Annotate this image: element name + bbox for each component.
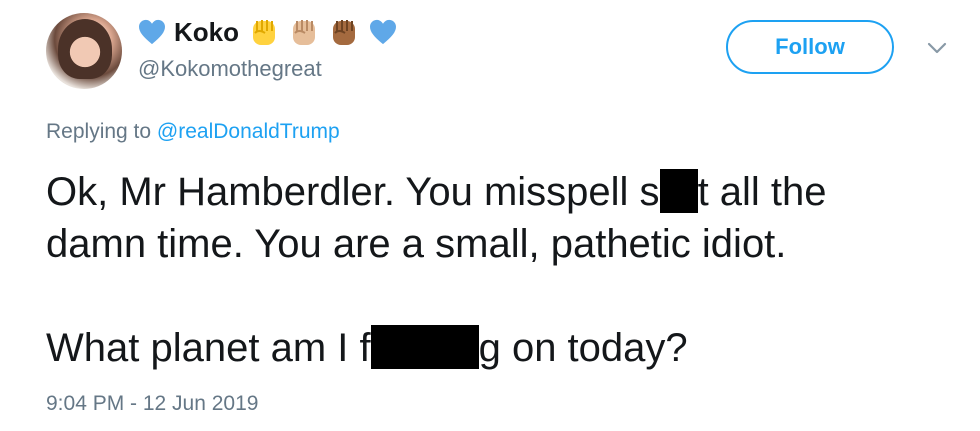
tweet-text-segment: t all the [697, 170, 827, 214]
tweet-text: Ok, Mr Hamberdler. You misspell s t all t… [46, 166, 946, 374]
chevron-down-icon[interactable] [926, 40, 948, 56]
timestamp[interactable]: 9:04 PM - 12 Jun 2019 [46, 392, 258, 416]
avatar[interactable] [46, 13, 122, 89]
tweet-line: What planet am I f g on today? [46, 322, 946, 374]
redaction-bar [659, 169, 698, 213]
tweet-line: damn time. You are a small, pathetic idi… [46, 222, 787, 266]
user-name-row[interactable]: Koko [138, 14, 397, 50]
reply-prefix: Replying to [46, 120, 157, 143]
emoji-group [247, 15, 361, 49]
redaction-bar [370, 325, 479, 369]
follow-button[interactable]: Follow [726, 20, 894, 74]
user-handle[interactable]: @Kokomothegreat [138, 56, 322, 82]
tweet-text-segment: g on today? [478, 326, 688, 370]
tweet-card: Koko @Kokomothegreat Follow Replying to … [0, 0, 980, 431]
reply-mention-link[interactable]: @realDonaldTrump [157, 120, 340, 143]
tweet-line: Ok, Mr Hamberdler. You misspell s t all t… [46, 166, 946, 218]
display-name[interactable]: Koko [174, 19, 239, 45]
blue-heart-icon [138, 19, 166, 45]
blue-heart-icon [369, 19, 397, 45]
avatar-face [58, 19, 112, 79]
raised-fist-light-icon [287, 15, 321, 49]
reply-context: Replying to @realDonaldTrump [46, 120, 340, 144]
tweet-text-segment: Ok, Mr Hamberdler. You misspell s [46, 170, 660, 214]
raised-fist-medium-dark-icon [327, 15, 361, 49]
tweet-text-segment: What planet am I f [46, 326, 371, 370]
raised-fist-yellow-icon [247, 15, 281, 49]
